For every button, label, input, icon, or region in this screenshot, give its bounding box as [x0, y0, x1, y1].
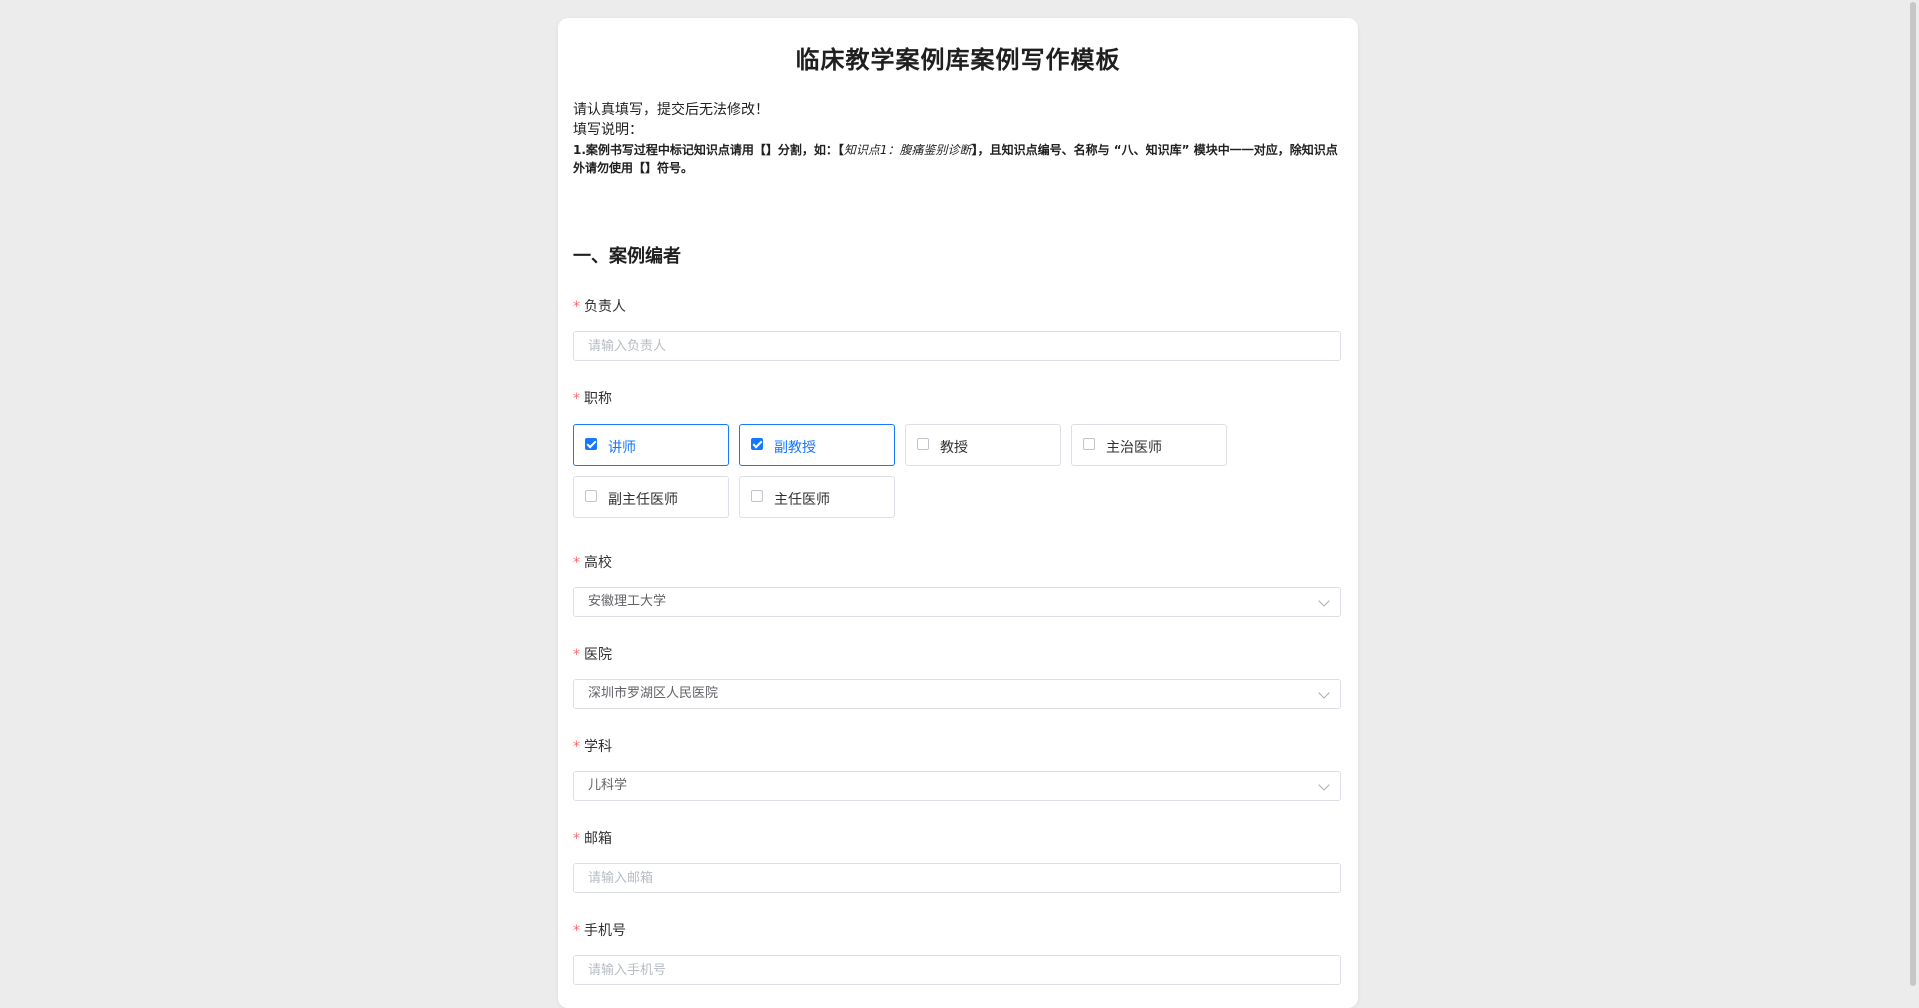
discipline-select[interactable]: 儿科学	[573, 771, 1341, 801]
instructions-heading: 填写说明：	[573, 122, 643, 138]
job-title-label: * 职称	[573, 388, 612, 408]
checkbox-empty-icon[interactable]	[751, 490, 763, 502]
discipline-label-text: 学科	[584, 739, 612, 755]
hospital-label: * 医院	[573, 644, 612, 664]
university-select-value: 安徽理工大学	[588, 594, 667, 609]
chevron-down-icon	[1318, 687, 1330, 699]
job-title-option-label: 主任医师	[774, 492, 830, 508]
email-label: * 邮箱	[573, 828, 612, 848]
notice-text: 请认真填写，提交后无法修改！	[573, 102, 769, 118]
checkbox-checked-icon[interactable]	[585, 438, 597, 450]
job-title-option-label: 教授	[940, 440, 968, 456]
hospital-select-value: 深圳市罗湖区人民医院	[588, 686, 719, 701]
job-title-option[interactable]: 教授	[905, 424, 1061, 466]
job-title-option-label: 主治医师	[1106, 440, 1162, 456]
checkbox-checked-icon[interactable]	[751, 438, 763, 450]
email-input[interactable]	[573, 863, 1341, 893]
phone-label-text: 手机号	[584, 923, 626, 939]
university-label: * 高校	[573, 552, 612, 572]
owner-label: * 负责人	[573, 296, 626, 316]
instruction-1-part-a: 1.案例书写过程中标记知识点请用【】分割，如：【	[573, 143, 844, 157]
phone-label: * 手机号	[573, 920, 626, 940]
instruction-1-example: 知识点1：腹痛鉴别诊断	[843, 143, 972, 157]
discipline-select-value: 儿科学	[588, 778, 628, 793]
job-title-option-label: 副主任医师	[608, 492, 678, 508]
job-title-option[interactable]: 主治医师	[1071, 424, 1227, 466]
instructions: 请认真填写，提交后无法修改！ 填写说明： 1.案例书写过程中标记知识点请用【】分…	[573, 100, 1343, 177]
chevron-down-icon	[1318, 779, 1330, 791]
hospital-label-text: 医院	[584, 647, 612, 663]
required-mark: *	[573, 923, 580, 939]
required-mark: *	[573, 391, 580, 407]
required-mark: *	[573, 739, 580, 755]
checkbox-empty-icon[interactable]	[585, 490, 597, 502]
hospital-select[interactable]: 深圳市罗湖区人民医院	[573, 679, 1341, 709]
required-mark: *	[573, 299, 580, 315]
job-title-option[interactable]: 副主任医师	[573, 476, 729, 518]
job-title-label-text: 职称	[584, 391, 612, 407]
university-label-text: 高校	[584, 555, 612, 571]
page-title: 临床教学案例库案例写作模板	[795, 46, 1121, 74]
email-label-text: 邮箱	[584, 831, 612, 847]
phone-input[interactable]	[573, 955, 1341, 985]
job-title-option[interactable]: 副教授	[739, 424, 895, 466]
owner-input[interactable]	[573, 331, 1341, 361]
scrollbar-thumb[interactable]	[1910, 2, 1916, 986]
job-title-option-label: 副教授	[774, 440, 816, 456]
required-mark: *	[573, 555, 580, 571]
chevron-down-icon	[1318, 595, 1330, 607]
university-select[interactable]: 安徽理工大学	[573, 587, 1341, 617]
checkbox-empty-icon[interactable]	[917, 438, 929, 450]
section-title-editors: 一、案例编者	[573, 246, 681, 267]
required-mark: *	[573, 831, 580, 847]
job-title-option[interactable]: 主任医师	[739, 476, 895, 518]
discipline-label: * 学科	[573, 736, 612, 756]
page-scrollbar[interactable]	[1907, 0, 1919, 990]
checkbox-empty-icon[interactable]	[1083, 438, 1095, 450]
job-title-option-label: 讲师	[608, 440, 636, 456]
owner-label-text: 负责人	[584, 299, 626, 315]
job-title-option[interactable]: 讲师	[573, 424, 729, 466]
required-mark: *	[573, 647, 580, 663]
instruction-item-1: 1.案例书写过程中标记知识点请用【】分割，如：【知识点1：腹痛鉴别诊断】，且知识…	[573, 141, 1343, 177]
